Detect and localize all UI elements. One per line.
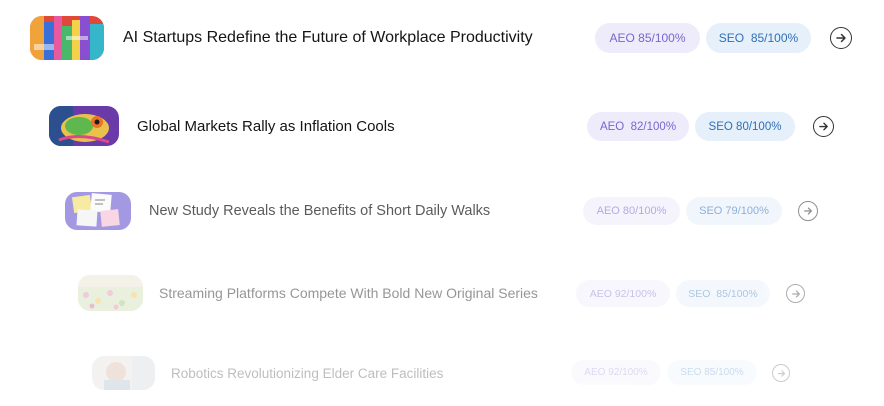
flower-field-thumbnail: [78, 275, 143, 311]
article-row[interactable]: Streaming Platforms Compete With Bold Ne…: [78, 275, 538, 311]
score-badges: AEO 85/100% SEO 85/100%: [595, 23, 811, 53]
aeo-label: AEO: [599, 120, 625, 133]
aeo-label: AEO: [609, 31, 635, 45]
aeo-score: 82/100%: [630, 120, 677, 133]
seo-score-badge: SEO 80/100%: [695, 112, 795, 141]
score-badges: AEO 80/100% SEO 79/100%: [583, 197, 782, 225]
aeo-score-badge: AEO 82/100%: [587, 112, 689, 141]
arrow-right-circle-icon[interactable]: [813, 116, 834, 137]
seo-label: SEO: [688, 287, 711, 300]
article-list: AI Startups Redefine the Future of Workp…: [0, 0, 884, 406]
article-title[interactable]: Streaming Platforms Compete With Bold Ne…: [159, 285, 538, 301]
seo-score-badge: SEO 79/100%: [686, 197, 782, 225]
seo-score-badge: SEO 85/100%: [667, 360, 757, 385]
aeo-score-badge: AEO 85/100%: [595, 23, 700, 53]
aeo-score: 85/100%: [638, 31, 686, 45]
article-row[interactable]: Global Markets Rally as Inflation Cools: [49, 106, 395, 146]
seo-label: SEO: [708, 120, 733, 133]
sticky-notes-thumbnail: [65, 192, 131, 230]
article-row[interactable]: AI Startups Redefine the Future of Workp…: [30, 16, 533, 60]
arrow-right-circle-icon[interactable]: [786, 284, 805, 303]
article-title[interactable]: Global Markets Rally as Inflation Cools: [137, 118, 395, 135]
aeo-score: 92/100%: [608, 367, 648, 378]
article-title[interactable]: Robotics Revolutionizing Elder Care Faci…: [171, 366, 443, 381]
seo-score: 85/100%: [750, 31, 799, 45]
article-row[interactable]: Robotics Revolutionizing Elder Care Faci…: [92, 356, 443, 390]
seo-label: SEO: [718, 31, 745, 45]
aeo-label: AEO: [584, 367, 606, 378]
aeo-score-badge: AEO 92/100%: [576, 280, 670, 307]
article-row[interactable]: New Study Reveals the Benefits of Short …: [65, 192, 490, 230]
aeo-score-badge: AEO 92/100%: [571, 360, 661, 385]
article-title[interactable]: New Study Reveals the Benefits of Short …: [149, 203, 490, 219]
arrow-right-circle-icon[interactable]: [830, 27, 852, 49]
seo-score: 79/100%: [725, 205, 769, 217]
seo-score: 85/100%: [704, 367, 744, 378]
aeo-score-badge: AEO 80/100%: [583, 197, 680, 225]
score-badges: AEO 92/100% SEO 85/100%: [571, 360, 757, 385]
arrow-right-circle-icon[interactable]: [772, 364, 790, 382]
colorful-city-art-thumbnail: [30, 16, 104, 60]
portrait-thumbnail: [92, 356, 155, 390]
aeo-score: 80/100%: [622, 205, 667, 217]
seo-label: SEO: [699, 205, 723, 217]
score-badges: AEO 92/100% SEO 85/100%: [576, 280, 770, 307]
aeo-label: AEO: [596, 205, 620, 217]
aeo-label: AEO: [589, 287, 612, 300]
seo-score: 80/100%: [736, 120, 782, 133]
seo-score-badge: SEO 85/100%: [706, 23, 811, 53]
chameleon-art-thumbnail: [49, 106, 119, 146]
arrow-right-circle-icon[interactable]: [798, 201, 818, 221]
aeo-score: 92/100%: [614, 287, 657, 300]
seo-score-badge: SEO 85/100%: [676, 280, 770, 307]
article-title[interactable]: AI Startups Redefine the Future of Workp…: [123, 29, 533, 47]
score-badges: AEO 82/100% SEO 80/100%: [587, 112, 795, 141]
seo-score: 85/100%: [716, 287, 758, 300]
seo-label: SEO: [680, 367, 702, 378]
